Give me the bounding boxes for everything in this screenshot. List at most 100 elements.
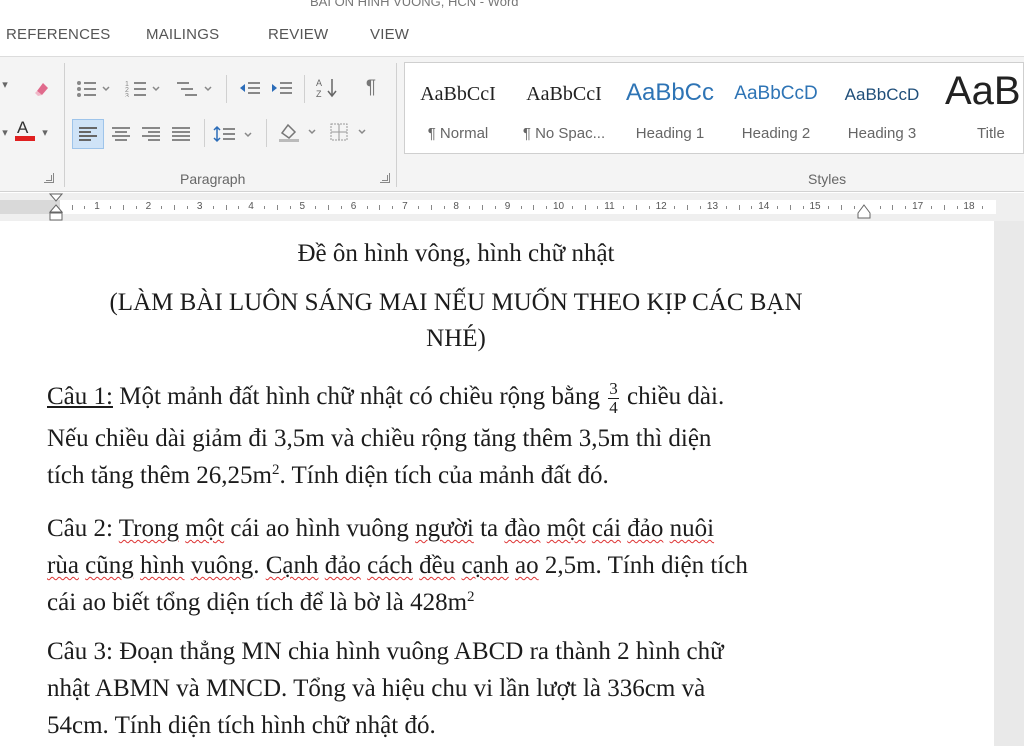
spelling-error[interactable]: đảo <box>627 515 663 542</box>
spelling-error[interactable]: đào <box>504 515 540 542</box>
ruler-tick <box>340 206 342 209</box>
fraction-denominator: 4 <box>609 397 618 417</box>
document-page[interactable]: Đề ôn hình vông, hình chữ nhật (LÀM BÀI … <box>0 221 994 746</box>
numbering-icon[interactable]: 123 <box>124 75 164 101</box>
ruler-number: 13 <box>706 201 719 212</box>
right-indent-marker-icon[interactable] <box>857 203 871 219</box>
ruler-tick <box>276 205 278 210</box>
style-normal[interactable]: AaBbCcI ¶ Normal <box>405 63 511 155</box>
q1-text: chiều dài. <box>627 383 725 410</box>
q1-label: Câu 1: <box>47 383 113 410</box>
align-left-button[interactable] <box>72 119 104 149</box>
ruler-number: 11 <box>604 201 615 212</box>
ruler-number: 15 <box>809 201 821 212</box>
horizontal-ruler[interactable]: 1 2 3 4 5 6 7 8 9 10 11 12 13 14 15 17 18 <box>0 193 1024 221</box>
spelling-error[interactable]: cái <box>592 515 621 542</box>
style-name: Title <box>977 125 1005 142</box>
ruler-tick <box>122 205 124 210</box>
style-heading-2[interactable]: AaBbCcD Heading 2 <box>723 63 829 155</box>
spelling-error[interactable]: ao <box>515 552 539 579</box>
style-heading-1[interactable]: AaBbCc Heading 1 <box>617 63 723 155</box>
ruler-tick <box>392 206 394 209</box>
dropdown-arrow-icon[interactable]: ▾ <box>0 71 10 97</box>
tab-review[interactable]: REVIEW <box>268 26 328 43</box>
ruler-tick <box>417 206 419 209</box>
ruler-tick <box>751 206 753 209</box>
doc-subtitle-line-2: NHÉ) <box>426 325 486 352</box>
dropdown-arrow-icon[interactable]: ▾ <box>0 119 10 145</box>
ruler-tick <box>225 205 227 210</box>
ruler-tick <box>700 206 702 209</box>
tab-mailings[interactable]: MAILINGS <box>146 26 219 43</box>
shading-icon[interactable] <box>276 119 324 145</box>
spelling-error[interactable]: nuôi <box>670 515 714 542</box>
group-separator <box>396 63 397 187</box>
ruler-tick <box>366 206 368 209</box>
ruler-tick <box>738 205 740 210</box>
spelling-error[interactable]: đều <box>419 552 455 579</box>
font-color-icon[interactable]: A <box>12 117 38 143</box>
decrease-indent-icon[interactable] <box>236 75 264 101</box>
separator <box>266 119 267 147</box>
spelling-error[interactable]: hình <box>140 552 184 579</box>
spelling-error[interactable]: cách <box>367 552 413 579</box>
spelling-error[interactable]: cũng <box>85 552 134 579</box>
font-dialog-launcher-icon[interactable] <box>44 173 54 183</box>
justify-icon[interactable] <box>168 121 194 147</box>
q2-text: ta <box>480 515 499 542</box>
tab-references[interactable]: REFERENCES <box>6 26 111 43</box>
ruler-tick <box>597 206 599 209</box>
spelling-error[interactable]: một <box>185 515 224 542</box>
ruler-number: 2 <box>145 201 152 212</box>
ruler-number: 6 <box>350 201 357 212</box>
ruler-tick <box>443 206 445 209</box>
q2-text: . <box>253 552 260 579</box>
q2-line-2: rùa cũng hình vuông. Cạnh đảo cách đều c… <box>47 548 748 584</box>
q1-text: . Tính diện tích của mảnh đất đó. <box>279 462 609 489</box>
style-no-spacing[interactable]: AaBbCcI ¶ No Spac... <box>511 63 617 155</box>
ribbon-tabs: REFERENCES MAILINGS REVIEW VIEW <box>0 12 1024 56</box>
ruler-tick <box>110 206 112 209</box>
spelling-error[interactable]: một <box>547 515 586 542</box>
spelling-error[interactable]: Trong <box>119 515 179 542</box>
clear-formatting-icon[interactable] <box>30 75 56 101</box>
style-name: ¶ No Spac... <box>522 125 606 142</box>
ruler-tick <box>533 205 535 210</box>
ruler-tick <box>635 205 637 210</box>
align-center-icon[interactable] <box>108 121 134 147</box>
q2-line-1: Câu 2: Trong một cái ao hình vuông người… <box>47 511 714 547</box>
ruler-tick <box>71 205 73 210</box>
spelling-error[interactable]: người <box>415 515 474 542</box>
style-name: Heading 3 <box>847 125 917 142</box>
styles-group-label: Styles <box>808 171 847 187</box>
dropdown-arrow-icon[interactable]: ▾ <box>40 119 50 145</box>
ruler-number: 1 <box>94 201 100 212</box>
borders-icon[interactable] <box>328 119 374 145</box>
ruler-number: 18 <box>963 201 975 212</box>
bullets-icon[interactable] <box>74 75 114 101</box>
spelling-error[interactable]: rùa <box>47 552 79 579</box>
spelling-error[interactable]: cạnh <box>462 552 509 579</box>
align-right-icon[interactable] <box>138 121 164 147</box>
ruler-number: 17 <box>912 201 924 212</box>
ruler-tick <box>482 205 484 210</box>
sort-icon[interactable]: AZ <box>314 75 342 101</box>
ruler-tick <box>789 205 791 210</box>
spelling-error[interactable]: Cạnh <box>266 552 319 579</box>
style-title[interactable]: AaB Title <box>935 63 1024 155</box>
paragraph-dialog-launcher-icon[interactable] <box>380 173 390 183</box>
increase-indent-icon[interactable] <box>268 75 296 101</box>
ruler-tick <box>571 206 573 209</box>
ruler-tick <box>430 205 432 210</box>
ruler-tick <box>879 206 881 209</box>
separator <box>204 119 205 147</box>
spelling-error[interactable]: đảo <box>325 552 361 579</box>
q1-text: tích tăng thêm 26,25m <box>47 462 272 489</box>
tab-view[interactable]: VIEW <box>370 26 409 43</box>
show-formatting-icon[interactable]: ¶ <box>358 75 384 101</box>
doc-subtitle-line-1: (LÀM BÀI LUÔN SÁNG MAI NẾU MUỐN THEO KỊP… <box>109 289 803 316</box>
multilevel-list-icon[interactable] <box>174 75 216 101</box>
spelling-error[interactable]: vuông <box>191 552 254 579</box>
line-spacing-icon[interactable] <box>212 121 258 147</box>
style-heading-3[interactable]: AaBbCcD Heading 3 <box>829 63 935 155</box>
